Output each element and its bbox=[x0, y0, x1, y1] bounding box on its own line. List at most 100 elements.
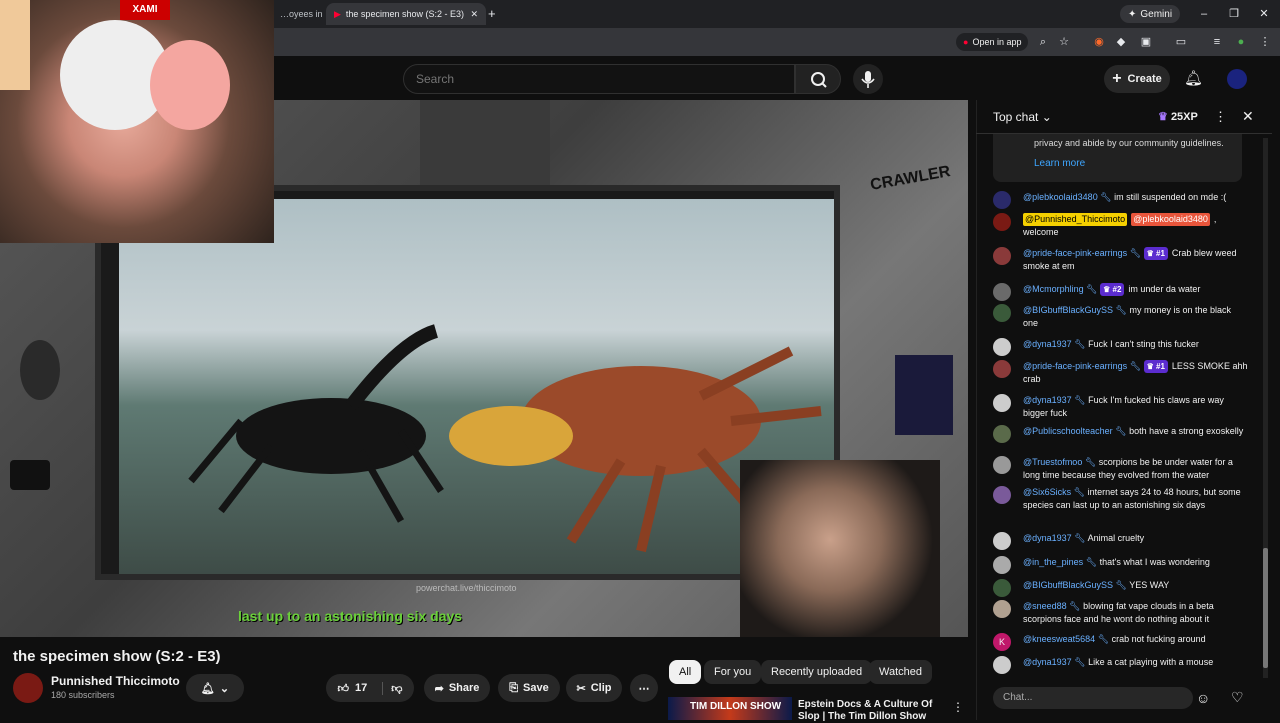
avatar[interactable] bbox=[993, 600, 1011, 618]
chat-username[interactable]: @in_the_pines bbox=[1023, 557, 1083, 567]
chat-username[interactable]: @dyna1937 bbox=[1023, 395, 1072, 405]
chat-message-body: @BIGbuffBlackGuySS 🔧︎ YES WAY bbox=[1023, 579, 1248, 592]
gemini-button[interactable]: ✦ Gemini bbox=[1120, 5, 1181, 23]
chat-username[interactable]: @dyna1937 bbox=[1023, 657, 1072, 667]
avatar[interactable] bbox=[993, 394, 1011, 412]
chip-for-you[interactable]: For you bbox=[704, 660, 762, 684]
extension-icon[interactable]: ◆ bbox=[1112, 33, 1130, 51]
search-input[interactable] bbox=[403, 64, 795, 94]
avatar[interactable] bbox=[993, 556, 1011, 574]
chat-username[interactable]: @dyna1937 bbox=[1023, 339, 1072, 349]
video-subtitle: last up to an astonishing six days bbox=[238, 608, 463, 624]
puzzle-icon[interactable]: ▣ bbox=[1137, 33, 1155, 51]
more-actions-button[interactable]: ⋯ bbox=[630, 674, 658, 702]
chat-mode-dropdown[interactable]: Top chat ⌄ bbox=[993, 110, 1052, 124]
chat-username[interactable]: @Mcmorphling bbox=[1023, 284, 1084, 294]
like-count: 17 bbox=[355, 682, 368, 694]
avatar[interactable] bbox=[993, 532, 1011, 550]
chat-input[interactable]: Chat... bbox=[993, 687, 1193, 709]
avatar[interactable] bbox=[993, 338, 1011, 356]
avatar[interactable] bbox=[993, 304, 1011, 322]
chat-username[interactable]: @Truestofmoo bbox=[1023, 457, 1082, 467]
chip-all[interactable]: All bbox=[669, 660, 702, 684]
subscription-bell-button[interactable]: 🔔︎ ⌄ bbox=[186, 674, 244, 702]
chat-message-text: both have a strong exoskelly bbox=[1129, 426, 1244, 436]
share-button[interactable]: ➦ Share bbox=[424, 674, 490, 702]
chat-username[interactable]: @pride-face-pink-earrings bbox=[1023, 248, 1127, 258]
tab-label: the specimen show (S:2 - E3) bbox=[345, 9, 464, 19]
chat-username[interactable]: @pride-face-pink-earrings bbox=[1023, 361, 1127, 371]
recommended-title[interactable]: Epstein Docs & A Culture Of Slop | The T… bbox=[798, 699, 938, 723]
chat-username[interactable]: @kneesweat5684 bbox=[1023, 634, 1095, 644]
reading-list-icon[interactable]: ≡ bbox=[1208, 33, 1226, 51]
maximize-icon[interactable]: ❐ bbox=[1222, 4, 1246, 24]
chat-message-body: @sneed88 🔧︎ blowing fat vape clouds in a… bbox=[1023, 600, 1248, 626]
avatar[interactable] bbox=[993, 191, 1011, 209]
kebab-menu-icon[interactable]: ⋮ bbox=[1256, 33, 1274, 51]
extension-icon[interactable]: ◉ bbox=[1090, 33, 1108, 51]
chip-watched[interactable]: Watched bbox=[869, 660, 933, 684]
notifications-bell-icon[interactable]: 🔔︎ bbox=[1184, 69, 1203, 87]
avatar[interactable] bbox=[993, 656, 1011, 674]
save-button[interactable]: ⎘ Save bbox=[498, 674, 560, 702]
xp-badge[interactable]: ♛ 25XP bbox=[1158, 110, 1198, 123]
more-vertical-icon[interactable]: ⋮ bbox=[952, 700, 964, 714]
gemini-label: Gemini bbox=[1140, 8, 1173, 20]
avatar[interactable] bbox=[993, 247, 1011, 265]
pink-headphones bbox=[150, 40, 230, 130]
chat-username[interactable]: @sneed88 bbox=[1023, 601, 1067, 611]
close-icon[interactable]: ✕ bbox=[470, 9, 478, 20]
avatar[interactable] bbox=[993, 456, 1011, 474]
avatar[interactable] bbox=[993, 360, 1011, 378]
chip-recently-uploaded[interactable]: Recently uploaded bbox=[761, 660, 873, 684]
heart-icon[interactable]: ♡ bbox=[1231, 689, 1244, 706]
streamer-facecam bbox=[740, 460, 940, 637]
chat-username[interactable]: @Publicschoolteacher bbox=[1023, 426, 1113, 436]
chat-message-body: @kneesweat5684 🔧︎ crab not fucking aroun… bbox=[1023, 633, 1248, 646]
close-icon[interactable]: ✕ bbox=[1242, 108, 1254, 125]
chat-message-text: YES WAY bbox=[1129, 580, 1170, 590]
chat-username[interactable]: @BIGbuffBlackGuySS bbox=[1023, 580, 1113, 590]
avatar[interactable] bbox=[993, 283, 1011, 301]
minimize-icon[interactable]: – bbox=[1192, 4, 1216, 24]
zoom-icon[interactable]: ⌕ bbox=[1034, 33, 1052, 51]
learn-more-link[interactable]: Learn more bbox=[1034, 158, 1085, 169]
channel-avatar[interactable] bbox=[13, 673, 43, 703]
wrench-icon: 🔧︎ bbox=[1071, 487, 1088, 497]
clip-button[interactable]: ✂ Clip bbox=[566, 674, 622, 702]
recommended-thumbnail[interactable]: TIM DILLON SHOW bbox=[668, 697, 792, 720]
wall-portrait bbox=[20, 340, 60, 400]
more-vertical-icon[interactable]: ⋮ bbox=[1214, 109, 1227, 125]
profile-icon[interactable]: ● bbox=[1232, 33, 1250, 51]
new-tab-icon[interactable]: + bbox=[488, 6, 496, 21]
voice-search-button[interactable] bbox=[853, 64, 883, 94]
rank-badge: ♛ #1 bbox=[1143, 360, 1168, 373]
like-button[interactable]: 👍︎ 17 bbox=[338, 682, 368, 695]
emoji-icon[interactable]: ☺ bbox=[1196, 690, 1210, 706]
create-button[interactable]: + Create bbox=[1104, 65, 1170, 93]
cast-icon[interactable]: ▭ bbox=[1172, 33, 1190, 51]
thumbs-down-icon[interactable]: 👎︎ bbox=[382, 681, 402, 695]
chat-message-body: @dyna1937 🔧︎ Fuck I can't sting this fuc… bbox=[1023, 338, 1248, 351]
close-window-icon[interactable]: ✕ bbox=[1252, 4, 1276, 24]
channel-name[interactable]: Punnished Thiccimoto bbox=[51, 674, 180, 688]
chat-scrollbar-thumb[interactable] bbox=[1263, 548, 1268, 668]
browser-tab-active[interactable]: ▶ the specimen show (S:2 - E3) ✕ bbox=[326, 3, 486, 25]
avatar[interactable] bbox=[993, 579, 1011, 597]
save-label: Save bbox=[523, 682, 549, 694]
open-in-app-button[interactable]: ● Open in app bbox=[956, 33, 1029, 51]
chat-username[interactable]: @dyna1937 bbox=[1023, 533, 1072, 543]
chat-username[interactable]: @BIGbuffBlackGuySS bbox=[1023, 305, 1113, 315]
avatar[interactable] bbox=[993, 425, 1011, 443]
search-button[interactable] bbox=[795, 64, 841, 94]
avatar[interactable]: K bbox=[993, 633, 1011, 651]
bookmark-star-icon[interactable]: ☆ bbox=[1055, 33, 1073, 51]
avatar[interactable] bbox=[1227, 69, 1247, 89]
chat-mention[interactable]: @plebkoolaid3480 bbox=[1131, 213, 1210, 226]
avatar[interactable] bbox=[993, 213, 1011, 231]
chat-username[interactable]: @plebkoolaid3480 bbox=[1023, 192, 1098, 202]
chat-mention[interactable]: @Punnished_Thiccimoto bbox=[1023, 213, 1128, 226]
browser-tab[interactable]: …oyees in ✕ bbox=[272, 3, 322, 25]
avatar[interactable] bbox=[993, 486, 1011, 504]
chat-username[interactable]: @Six6Sicks bbox=[1023, 487, 1071, 497]
